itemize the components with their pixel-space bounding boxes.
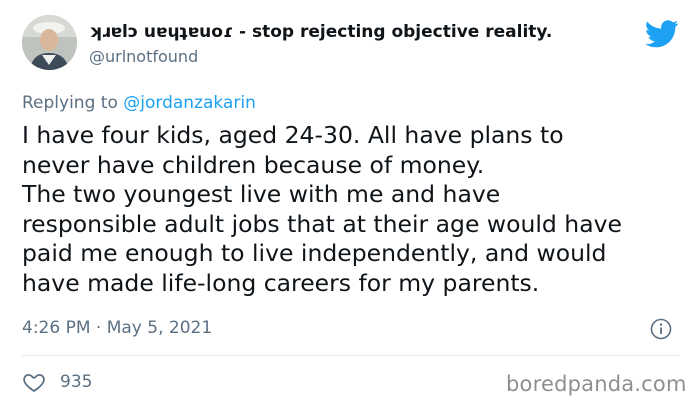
info-icon[interactable] [650,318,672,340]
replying-to: Replying to @jordanzakarin [22,93,256,113]
avatar[interactable] [22,15,77,70]
tweet-line: have made life-long careers for my paren… [22,268,540,297]
tweet-line: paid me enough to live independently, an… [22,239,607,267]
tweet-line: responsible adult jobs that at their age… [22,209,622,238]
replying-to-prefix: Replying to [22,93,124,113]
like-count: 935 [60,372,93,392]
tweet-line: The two youngest live with me and have [22,180,501,208]
like-button[interactable]: 935 [22,370,92,394]
boredpanda-watermark: boredpanda.com [506,372,687,396]
divider [22,355,680,356]
tweet-body: I have four kids, aged 24-30. All have p… [22,121,692,298]
tweet-timestamp[interactable]: 4:26 PM · May 5, 2021 [22,318,212,338]
mention-link[interactable]: @jordanzakarin [123,93,256,113]
tweet-line: never have children because of money. [22,150,485,179]
user-handle[interactable]: @urlnotfound [89,47,198,66]
heart-icon[interactable] [22,370,46,394]
display-name[interactable]: ʞɹɐlɔ uɐɥʇɐuoɾ - stop rejecting objectiv… [89,22,552,42]
tweet-line: I have four kids, aged 24-30. All have p… [22,121,564,149]
twitter-bird-icon[interactable] [645,20,679,48]
